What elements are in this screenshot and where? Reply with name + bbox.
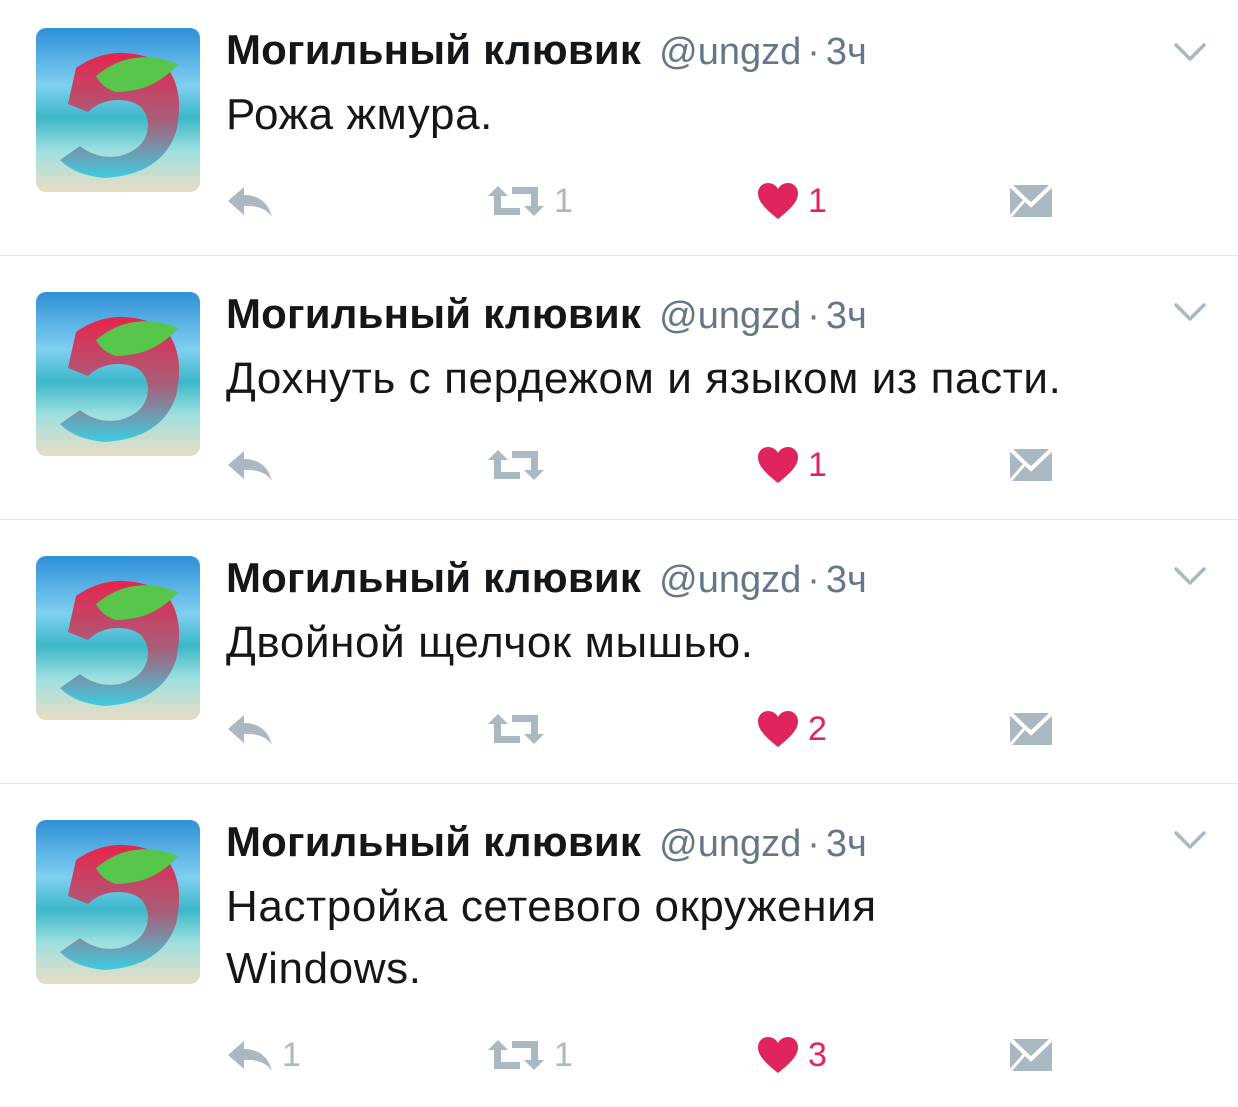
like-button[interactable]: 1 [756, 440, 827, 490]
reply-icon [228, 715, 272, 745]
retweet-count: 1 [554, 181, 573, 220]
chevron-down-icon[interactable] [1172, 828, 1208, 852]
author-name[interactable]: Могильный клювик [226, 290, 641, 338]
retweet-button[interactable]: 1 [486, 176, 573, 226]
avatar-logo [36, 556, 200, 720]
timestamp[interactable]: 3ч [826, 295, 867, 338]
author-name[interactable]: Могильный клювик [226, 26, 641, 74]
author-handle[interactable]: @ungzd [659, 295, 801, 338]
separator: · [807, 295, 820, 337]
reply-button[interactable] [226, 704, 282, 754]
tweet-actions: 1 [0, 440, 1238, 490]
like-count: 3 [808, 1035, 827, 1074]
tweet-item[interactable]: Могильный клювик @ungzd · 3ч Дохнуть с п… [0, 256, 1238, 519]
author-name[interactable]: Могильный клювик [226, 818, 641, 866]
reply-button[interactable] [226, 176, 282, 226]
retweet-icon [488, 186, 544, 216]
reply-icon [228, 187, 272, 217]
direct-message-button[interactable] [1008, 704, 1054, 754]
envelope-icon [1008, 447, 1054, 482]
author-handle[interactable]: @ungzd [659, 823, 801, 866]
author-handle[interactable]: @ungzd [659, 31, 801, 74]
retweet-button[interactable]: 1 [486, 1030, 573, 1080]
direct-message-button[interactable] [1008, 440, 1054, 490]
avatar[interactable] [36, 820, 200, 984]
avatar-logo [36, 820, 200, 984]
timestamp[interactable]: 3ч [826, 559, 867, 602]
tweet-item[interactable]: Могильный клювик @ungzd · 3ч Двойной щел… [0, 520, 1238, 783]
envelope-icon [1008, 1037, 1054, 1072]
tweet-text: Рожа жмура. [226, 90, 493, 139]
tweet-actions: 1 1 3 [0, 1030, 1238, 1080]
tweet-text: Настройка сетевого окружения Windows. [226, 882, 877, 993]
like-count: 2 [808, 709, 827, 748]
tweet-feed: Могильный клювик @ungzd · 3ч Рожа жмура.… [0, 0, 1238, 1107]
reply-count: 1 [282, 1035, 301, 1074]
reply-icon [228, 451, 272, 481]
tweet-header: Могильный клювик @ungzd · 3ч [226, 290, 867, 338]
separator: · [807, 823, 820, 865]
heart-icon [758, 447, 798, 483]
retweet-icon [488, 1040, 544, 1070]
avatar-logo [36, 292, 200, 456]
chevron-down-icon[interactable] [1172, 564, 1208, 588]
chevron-down-icon[interactable] [1172, 300, 1208, 324]
tweet-text: Дохнуть с пердежом и языком из пасти. [226, 354, 1062, 403]
author-name[interactable]: Могильный клювик [226, 554, 641, 602]
envelope-icon [1008, 711, 1054, 746]
envelope-icon [1008, 183, 1054, 218]
tweet-item[interactable]: Могильный клювик @ungzd · 3ч Настройка с… [0, 784, 1238, 1107]
retweet-button[interactable] [486, 704, 554, 754]
like-count: 1 [808, 181, 827, 220]
tweet-item[interactable]: Могильный клювик @ungzd · 3ч Рожа жмура.… [0, 0, 1238, 255]
like-button[interactable]: 2 [756, 704, 827, 754]
tweet-header: Могильный клювик @ungzd · 3ч [226, 26, 867, 74]
retweet-icon [488, 714, 544, 744]
reply-button[interactable]: 1 [226, 1030, 301, 1080]
author-handle[interactable]: @ungzd [659, 559, 801, 602]
retweet-button[interactable] [486, 440, 554, 490]
timestamp[interactable]: 3ч [826, 31, 867, 74]
tweet-text: Двойной щелчок мышью. [226, 618, 754, 667]
like-button[interactable]: 3 [756, 1030, 827, 1080]
like-count: 1 [808, 445, 827, 484]
heart-icon [758, 1037, 798, 1073]
chevron-down-icon[interactable] [1172, 40, 1208, 64]
avatar-logo [36, 28, 200, 192]
tweet-actions: 1 1 [0, 176, 1238, 226]
separator: · [807, 31, 820, 73]
avatar[interactable] [36, 556, 200, 720]
avatar[interactable] [36, 28, 200, 192]
heart-icon [758, 711, 798, 747]
tweet-actions: 2 [0, 704, 1238, 754]
tweet-header: Могильный клювик @ungzd · 3ч [226, 818, 867, 866]
heart-icon [758, 183, 798, 219]
tweet-header: Могильный клювик @ungzd · 3ч [226, 554, 867, 602]
separator: · [807, 559, 820, 601]
direct-message-button[interactable] [1008, 176, 1054, 226]
retweet-count: 1 [554, 1035, 573, 1074]
reply-icon [228, 1041, 272, 1071]
reply-button[interactable] [226, 440, 282, 490]
avatar[interactable] [36, 292, 200, 456]
direct-message-button[interactable] [1008, 1030, 1054, 1080]
like-button[interactable]: 1 [756, 176, 827, 226]
retweet-icon [488, 450, 544, 480]
timestamp[interactable]: 3ч [826, 823, 867, 866]
